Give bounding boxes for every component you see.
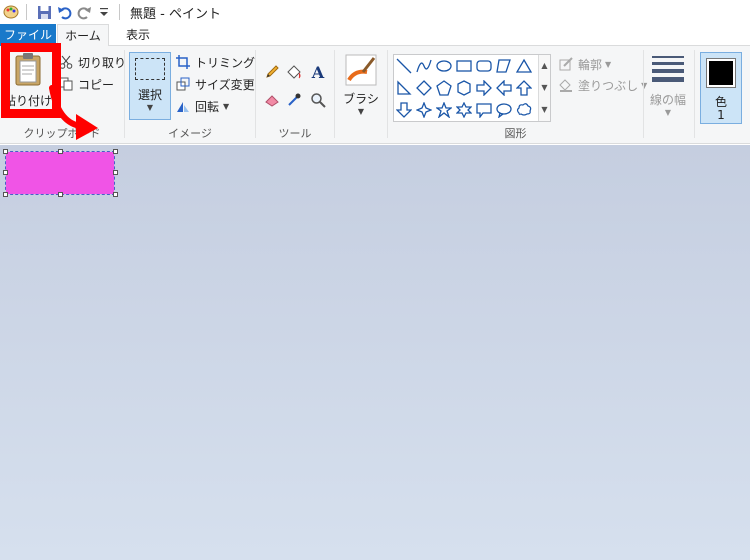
canvas-workspace[interactable] (0, 145, 750, 560)
annotation-arrow-icon (49, 85, 98, 140)
